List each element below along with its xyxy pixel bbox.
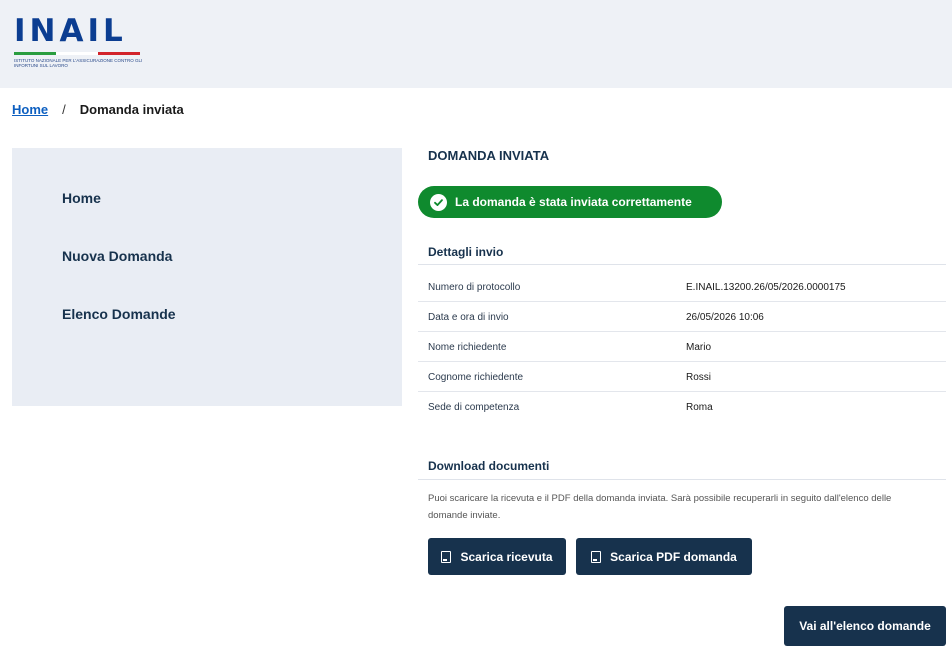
detail-value: E.INAIL.13200.26/05/2026.0000175: [686, 282, 846, 293]
detail-value: Rossi: [686, 372, 712, 383]
success-message: La domanda è stata inviata correttamente: [455, 195, 692, 209]
detail-row: Nome richiedente Mario: [418, 332, 946, 362]
detail-value: Roma: [686, 402, 713, 413]
detail-row: Sede di competenza Roma: [418, 392, 946, 422]
page-title: DOMANDA INVIATA: [428, 148, 550, 163]
success-alert: La domanda è stata inviata correttamente: [418, 186, 722, 218]
breadcrumb: Home / Domanda inviata: [12, 102, 184, 117]
go-to-list-button[interactable]: Vai all'elenco domande: [784, 606, 946, 646]
breadcrumb-separator: /: [62, 102, 66, 117]
detail-value: Mario: [686, 342, 712, 353]
logo-flag-line: [14, 52, 140, 55]
download-description: Puoi scaricare la ricevuta e il PDF dell…: [428, 493, 892, 521]
breadcrumb-home-link[interactable]: Home: [12, 102, 48, 117]
detail-row: Data e ora di invio 26/05/2026 10:06: [418, 302, 946, 332]
download-receipt-button[interactable]: Scarica ricevuta: [428, 538, 566, 575]
download-receipt-label: Scarica ricevuta: [460, 549, 553, 564]
detail-label: Data e ora di invio: [428, 312, 509, 323]
download-title: Download documenti: [428, 459, 550, 473]
detail-row: Cognome richiedente Rossi: [418, 362, 946, 392]
detail-label: Sede di competenza: [428, 402, 520, 413]
sidebar-item-elenco-domande[interactable]: Elenco Domande: [62, 306, 176, 322]
check-circle-icon: [430, 193, 447, 211]
download-divider: [418, 479, 946, 480]
details-title: Dettagli invio: [428, 245, 504, 259]
document-icon: [591, 550, 602, 563]
detail-row: Numero di protocollo E.INAIL.13200.26/05…: [418, 272, 946, 302]
sidebar: Home Nuova Domanda Elenco Domande: [12, 148, 402, 406]
detail-label: Numero di protocollo: [428, 282, 521, 293]
sidebar-item-nuova-domanda[interactable]: Nuova Domanda: [62, 248, 172, 264]
sidebar-item-home[interactable]: Home: [62, 190, 101, 206]
detail-value: 26/05/2026 10:06: [686, 312, 764, 323]
breadcrumb-current: Domanda inviata: [79, 102, 184, 117]
details-divider: [418, 264, 946, 265]
detail-label: Nome richiedente: [428, 342, 507, 353]
download-pdf-label: Scarica PDF domanda: [610, 549, 737, 564]
detail-label: Cognome richiedente: [428, 372, 524, 383]
header: INAIL ISTITUTO NAZIONALE PER L'ASSICURAZ…: [0, 0, 952, 88]
logo-subtitle: ISTITUTO NAZIONALE PER L'ASSICURAZIONE C…: [14, 58, 143, 68]
logo-text: INAIL: [14, 13, 127, 49]
inail-logo[interactable]: INAIL ISTITUTO NAZIONALE PER L'ASSICURAZ…: [14, 14, 154, 74]
download-pdf-button[interactable]: Scarica PDF domanda: [576, 538, 752, 575]
document-icon: [441, 550, 452, 563]
